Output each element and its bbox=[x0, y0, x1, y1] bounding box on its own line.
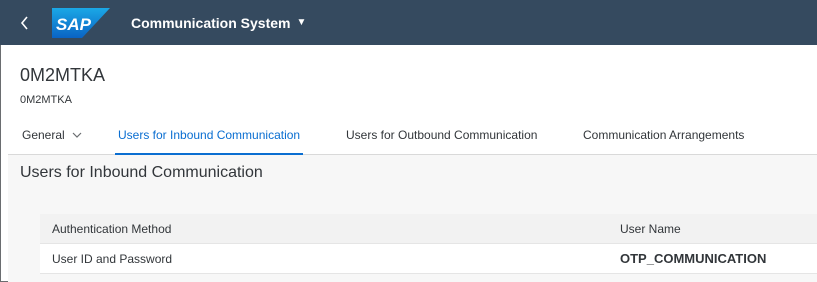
page-subtitle: 0M2MTKA bbox=[20, 94, 72, 106]
chevron-down-icon bbox=[72, 132, 82, 138]
sap-logo[interactable]: SAP bbox=[52, 7, 110, 38]
tab-general[interactable]: General bbox=[22, 115, 82, 155]
section-title: Users for Inbound Communication bbox=[20, 164, 263, 181]
table-row[interactable]: User ID and Password OTP_COMMUNICATION bbox=[40, 244, 817, 274]
tab-label: Users for Inbound Communication bbox=[118, 128, 301, 142]
tab-label: Users for Outbound Communication bbox=[346, 128, 538, 142]
chevron-left-icon bbox=[20, 15, 28, 30]
column-header-user-name[interactable]: User Name bbox=[620, 214, 681, 243]
tab-users-inbound[interactable]: Users for Inbound Communication bbox=[114, 115, 304, 156]
table-header-row: Authentication Method User Name bbox=[40, 214, 817, 244]
object-header: 0M2MTKA 0M2MTKA bbox=[8, 45, 817, 115]
logo-text: SAP bbox=[56, 15, 92, 34]
back-button[interactable] bbox=[8, 0, 42, 45]
page-title: 0M2MTKA bbox=[20, 65, 106, 85]
caret-down-icon: ▼ bbox=[296, 17, 307, 28]
tab-users-outbound[interactable]: Users for Outbound Communication bbox=[346, 115, 537, 155]
user-name-cell: OTP_COMMUNICATION bbox=[620, 251, 767, 266]
section-content: Users for Inbound Communication Authenti… bbox=[8, 155, 817, 282]
tab-label: General bbox=[22, 128, 65, 142]
column-header-authentication-method[interactable]: Authentication Method bbox=[52, 214, 171, 243]
tab-bar: General Users for Inbound Communication … bbox=[8, 115, 817, 156]
sap-logo-shape: SAP bbox=[52, 7, 110, 38]
inbound-users-table: Authentication Method User Name User ID … bbox=[40, 214, 817, 274]
shell-bar: SAP Communication System ▼ bbox=[0, 0, 817, 45]
tab-communication-arrangements[interactable]: Communication Arrangements bbox=[583, 115, 744, 155]
app-title-menu[interactable]: Communication System ▼ bbox=[131, 15, 306, 31]
tab-label: Communication Arrangements bbox=[583, 128, 745, 142]
app-title: Communication System bbox=[131, 14, 291, 31]
authentication-method-cell: User ID and Password bbox=[52, 251, 173, 266]
